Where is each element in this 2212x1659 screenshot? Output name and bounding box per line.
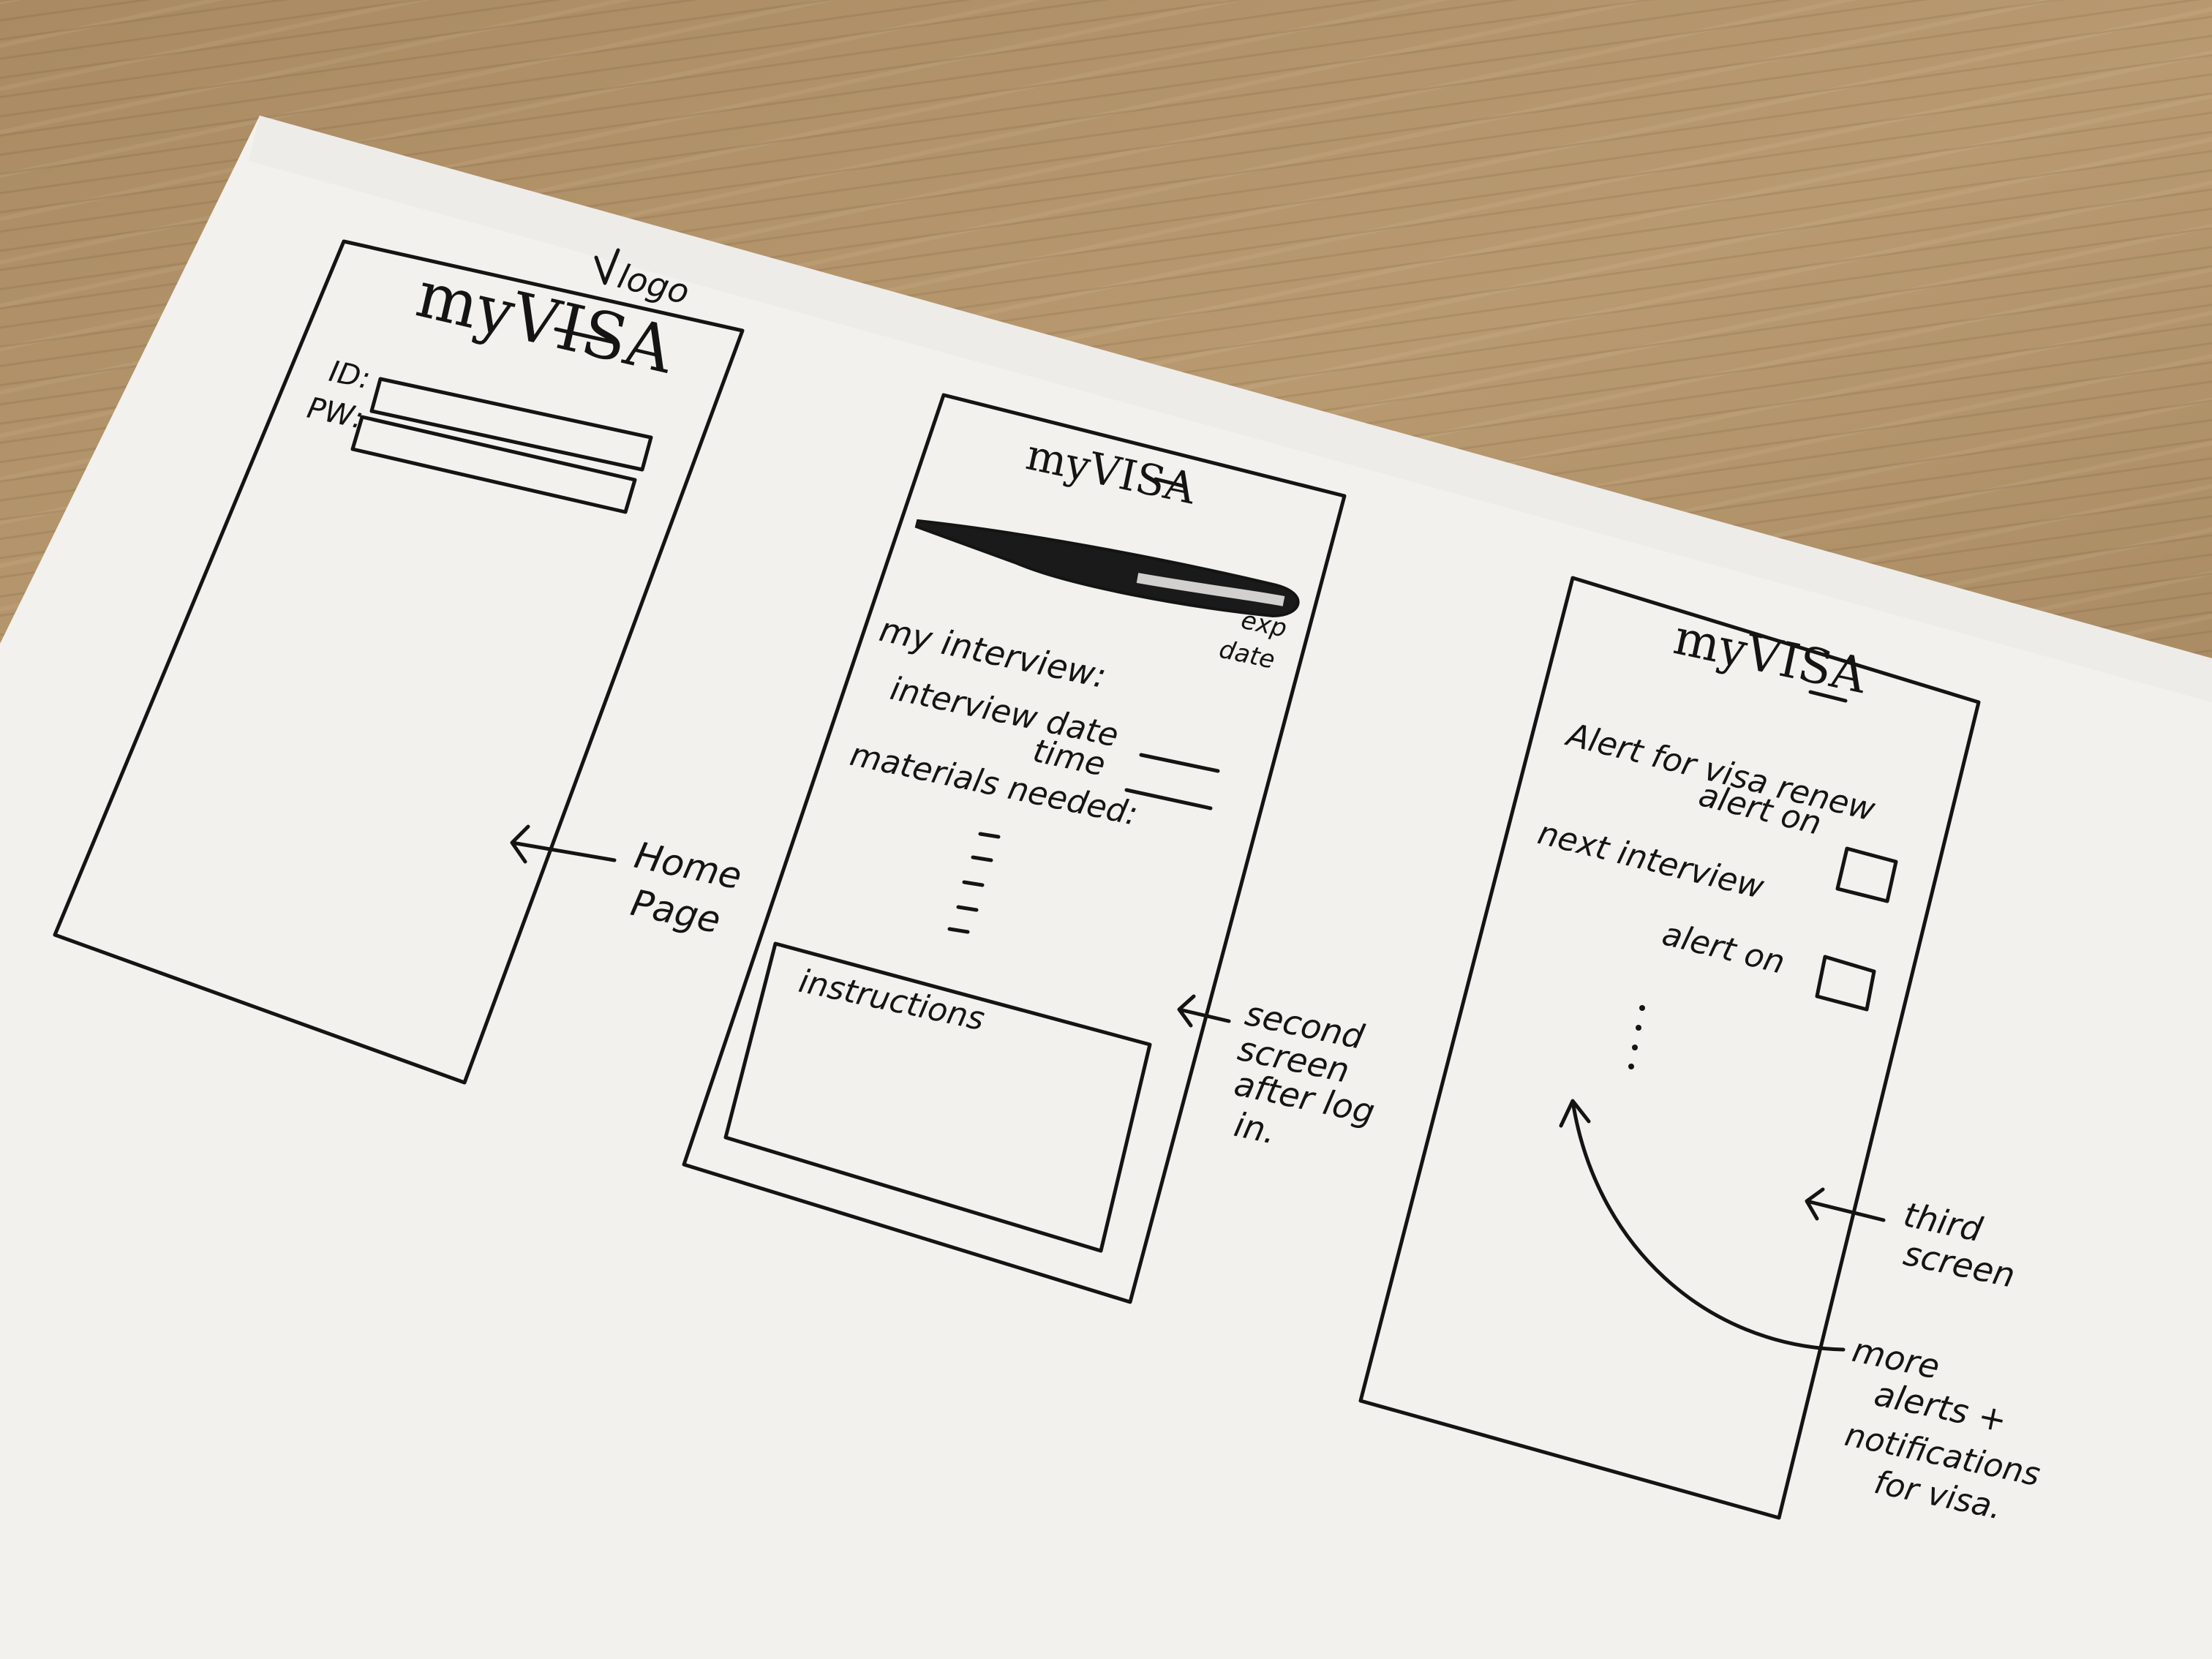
second-screen-line-4: in. [1231,1105,1280,1152]
paper-sketch: logo myVISA ID: PW: Home Page myVISA exp… [0,116,2212,1659]
